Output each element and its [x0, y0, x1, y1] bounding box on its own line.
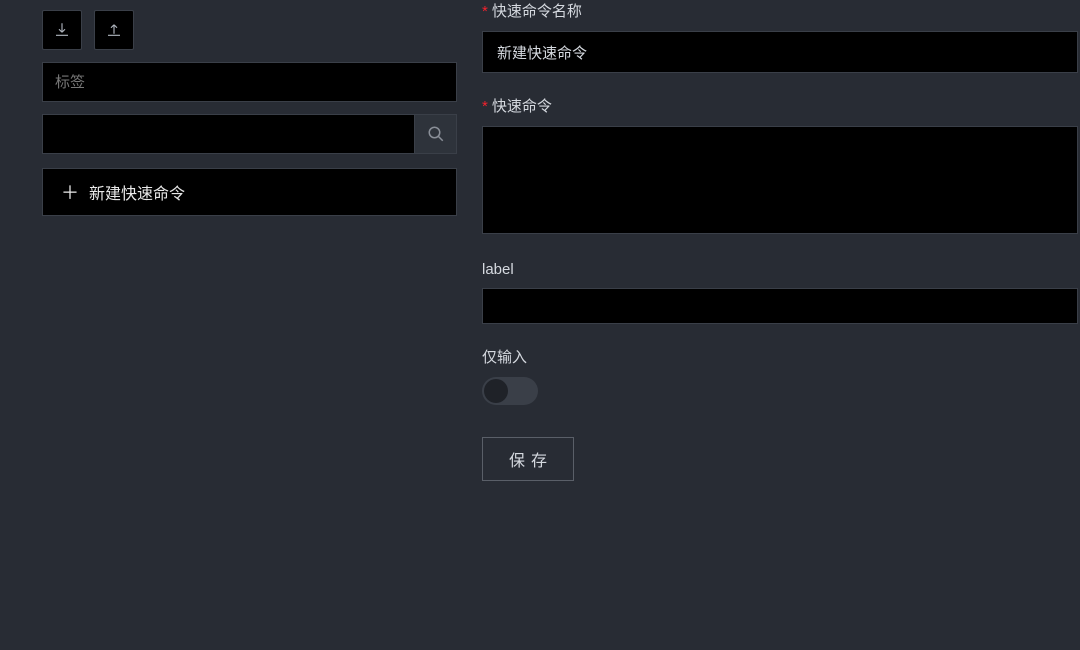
upload-button[interactable] — [94, 10, 134, 50]
required-mark: * — [482, 3, 488, 20]
only-input-toggle[interactable] — [482, 377, 538, 405]
download-button[interactable] — [42, 10, 82, 50]
command-name-input[interactable] — [482, 31, 1078, 73]
tag-input[interactable] — [42, 62, 457, 102]
download-icon — [53, 21, 71, 39]
label-input[interactable] — [482, 288, 1078, 324]
command-text-label: *快速命令 — [482, 95, 1080, 116]
new-cmd-label: 新建快速命令 — [89, 180, 185, 204]
new-quick-command-button[interactable]: ＋ 新建快速命令 — [42, 168, 457, 216]
plus-icon: ＋ — [61, 179, 79, 205]
command-textarea[interactable] — [482, 126, 1078, 234]
command-name-label: *快速命令名称 — [482, 0, 1080, 21]
save-button[interactable]: 保存 — [482, 437, 574, 481]
sidebar: ＋ 新建快速命令 — [0, 0, 460, 650]
required-mark: * — [482, 98, 488, 115]
search-button[interactable] — [415, 114, 457, 154]
switch-knob — [484, 379, 508, 403]
main-form: *快速命令名称 *快速命令 label 仅输入 保存 — [460, 0, 1080, 650]
search-input[interactable] — [42, 114, 415, 154]
label-field-label: label — [482, 261, 1080, 278]
only-input-label: 仅输入 — [482, 346, 1080, 367]
upload-icon — [105, 21, 123, 39]
search-icon — [427, 125, 445, 143]
